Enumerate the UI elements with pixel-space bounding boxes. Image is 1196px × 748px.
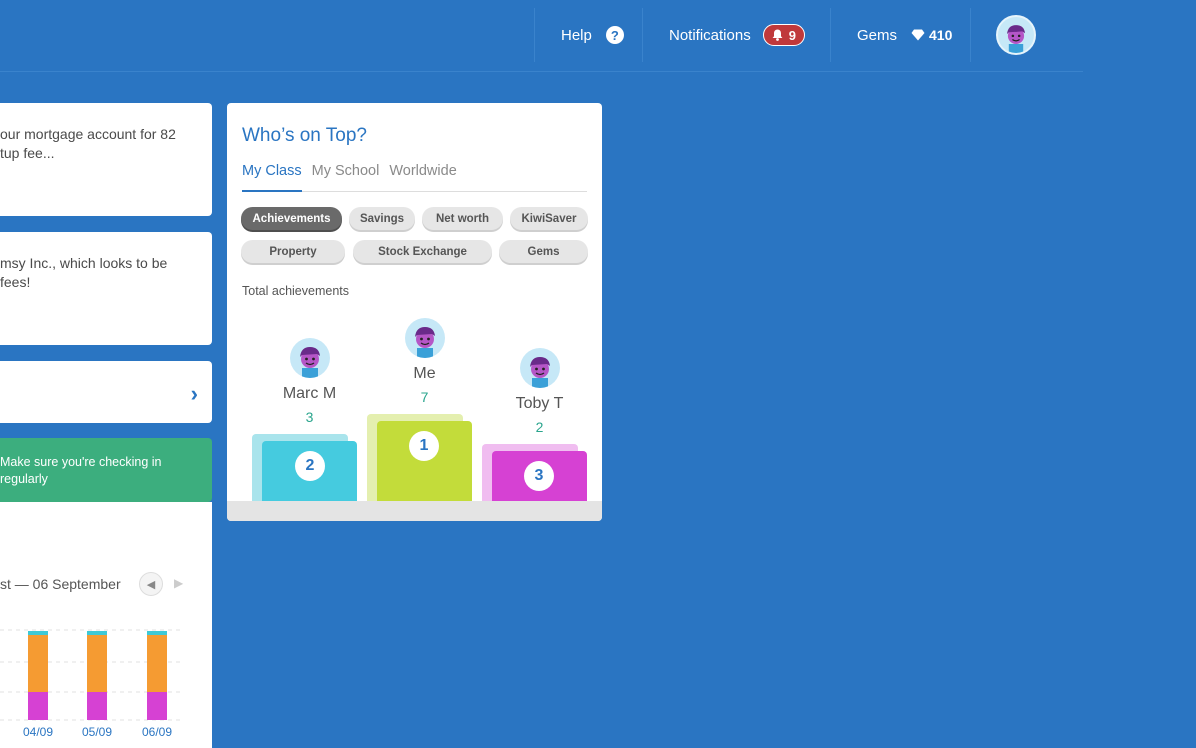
user-menu[interactable]	[970, 8, 1083, 62]
bar-segment-top	[87, 631, 107, 635]
reminder-line-1: Make sure you're checking in	[0, 455, 162, 469]
mortgage-card-text: our mortgage account for 82 tup fee...	[0, 103, 212, 163]
bar-segment-middle	[28, 635, 48, 692]
chevron-right-icon[interactable]: ›	[191, 381, 198, 407]
user-avatar-icon	[415, 327, 435, 358]
bell-icon	[772, 29, 783, 41]
mortgage-card[interactable]: our mortgage account for 82 tup fee...	[0, 103, 212, 216]
gems-label: Gems	[857, 26, 898, 44]
gems-count: 410	[929, 27, 953, 43]
leaderboard-subtitle: Total achievements	[242, 284, 350, 298]
mortgage-card-line-2: tup fee...	[0, 145, 55, 161]
reminder-banner: Make sure you're checking in regularly	[0, 438, 212, 502]
collapsed-card[interactable]: ›	[0, 361, 212, 423]
filter-achievements[interactable]: Achievements	[241, 207, 342, 230]
question-mark-icon: ?	[605, 26, 624, 44]
bar-segment-top	[28, 631, 48, 635]
notifications-label: Notifications	[669, 26, 751, 44]
user-avatar-icon	[530, 357, 550, 388]
leaderboard-title: Who’s on Top?	[242, 125, 367, 146]
avatar	[520, 348, 560, 388]
avatar	[405, 318, 445, 358]
bar-segment-bottom	[28, 692, 48, 720]
bar-segment-middle	[87, 635, 107, 692]
bar-segment-top	[147, 631, 167, 635]
notifications-link[interactable]: Notifications 9	[642, 8, 830, 62]
rank-badge-2: 2	[295, 451, 325, 481]
date-range: st — 06 September	[0, 576, 121, 592]
stock-card-line-1: msy Inc., which looks to be	[0, 255, 168, 271]
podium-name-3: Toby T	[515, 395, 564, 412]
tab-my-school[interactable]: My School	[312, 163, 380, 192]
filter-net-worth[interactable]: Net worth	[422, 207, 503, 230]
filter-property[interactable]: Property	[241, 240, 345, 263]
rank-badge-1: 1	[409, 431, 439, 461]
triangle-left-icon: ◀	[146, 578, 156, 591]
user-avatar-icon	[300, 347, 320, 378]
x-tick-label: 04/09	[23, 725, 53, 739]
leaderboard-footer	[227, 501, 602, 521]
leaderboard-card: Who’s on Top? My Class My School Worldwi…	[227, 103, 602, 521]
filter-savings[interactable]: Savings	[349, 207, 415, 230]
bar-segment-bottom	[87, 692, 107, 720]
gems-link[interactable]: Gems 410	[830, 8, 970, 62]
filter-gems[interactable]: Gems	[499, 240, 588, 263]
podium-name-1: Me	[413, 365, 436, 382]
notifications-count: 9	[788, 27, 796, 43]
avatar[interactable]	[996, 15, 1036, 55]
x-tick-label: 05/09	[82, 725, 112, 739]
help-link[interactable]: Help ?	[534, 8, 642, 62]
help-label: Help	[561, 26, 592, 44]
top-bar: Help ? Notifications 9 Gems 410	[0, 0, 1083, 72]
activity-chart-card: st — 06 September ◀ ▶ 04/09 05/09 06/09	[0, 502, 212, 748]
filter-stock-exchange[interactable]: Stock Exchange	[353, 240, 492, 263]
next-period-button[interactable]: ▶	[174, 576, 183, 590]
leaderboard-tabs: My Class My School Worldwide	[242, 163, 587, 192]
mortgage-card-line-1: our mortgage account for 82	[0, 126, 176, 142]
podium-score-1: 7	[420, 389, 429, 405]
tab-my-class[interactable]: My Class	[242, 163, 302, 192]
podium-name-2: Marc M	[282, 385, 337, 402]
bar-segment-bottom	[147, 692, 167, 720]
filter-kiwisaver[interactable]: KiwiSaver	[510, 207, 588, 230]
previous-period-button[interactable]: ◀	[139, 572, 163, 596]
bar-segment-middle	[147, 635, 167, 692]
avatar	[290, 338, 330, 378]
notifications-badge: 9	[762, 24, 805, 46]
podium-score-3: 2	[535, 419, 544, 435]
reminder-line-2: regularly	[0, 472, 48, 486]
stock-card-text: msy Inc., which looks to be fees!	[0, 232, 212, 292]
activity-chart: 04/09 05/09 06/09	[0, 629, 182, 739]
stock-card[interactable]: msy Inc., which looks to be fees!	[0, 232, 212, 345]
podium-score-2: 3	[305, 409, 314, 425]
user-avatar-icon	[1007, 25, 1025, 53]
tab-worldwide[interactable]: Worldwide	[389, 163, 456, 192]
stock-card-line-2: fees!	[0, 274, 31, 290]
gem-icon	[911, 29, 925, 41]
rank-badge-3: 3	[524, 461, 554, 491]
x-tick-label: 06/09	[142, 725, 172, 739]
